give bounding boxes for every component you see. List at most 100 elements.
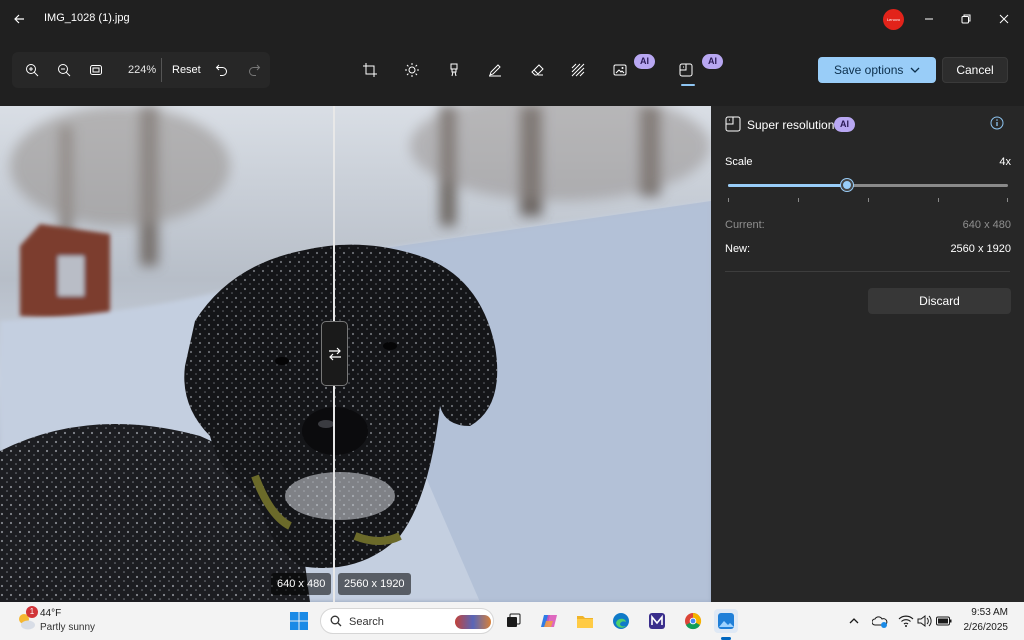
markup-tool[interactable] bbox=[483, 58, 507, 82]
back-button[interactable] bbox=[8, 8, 30, 30]
zoom-controls: 224% Reset bbox=[12, 52, 270, 88]
pen-icon bbox=[489, 64, 501, 77]
editor-toolbar: 224% Reset AI AI Save options Cancel bbox=[0, 38, 1024, 106]
current-size-label: Current: bbox=[725, 219, 765, 231]
divider bbox=[725, 271, 1010, 272]
show-hidden-icons-button[interactable] bbox=[846, 613, 862, 629]
search-placeholder: Search bbox=[349, 616, 384, 628]
compare-handle[interactable] bbox=[321, 321, 348, 386]
zoom-out-button[interactable] bbox=[51, 57, 77, 83]
clock-time[interactable]: 9:53 AM bbox=[971, 607, 1008, 618]
panel-title: Super resolution bbox=[747, 118, 835, 132]
save-options-label: Save options bbox=[834, 63, 904, 77]
slider-thumb[interactable] bbox=[841, 179, 854, 191]
chrome-browser-button[interactable] bbox=[681, 609, 705, 633]
discard-button[interactable]: Discard bbox=[868, 288, 1011, 314]
generative-tool[interactable] bbox=[608, 58, 632, 82]
search-highlight-image bbox=[455, 615, 491, 629]
swap-arrows-icon bbox=[328, 347, 341, 360]
ai-badge: AI bbox=[634, 54, 655, 69]
fit-to-window-icon bbox=[90, 65, 102, 75]
file-explorer-button[interactable] bbox=[573, 609, 597, 633]
restore-icon bbox=[961, 14, 971, 24]
wifi-tray[interactable] bbox=[898, 613, 914, 629]
minimize-button[interactable] bbox=[916, 7, 942, 31]
undo-icon bbox=[215, 64, 227, 76]
scale-slider[interactable] bbox=[728, 179, 1008, 191]
start-button[interactable] bbox=[287, 609, 311, 633]
taskbar-search[interactable]: Search bbox=[320, 608, 494, 634]
filter-tool[interactable] bbox=[442, 58, 466, 82]
slider-tick bbox=[728, 198, 729, 202]
undo-button[interactable] bbox=[209, 57, 235, 83]
dog-photo bbox=[0, 106, 711, 602]
slider-tick bbox=[868, 198, 869, 202]
crop-icon bbox=[363, 63, 377, 77]
zoom-level[interactable]: 224% bbox=[128, 64, 156, 76]
edge-icon bbox=[613, 613, 629, 629]
slider-fill bbox=[728, 184, 849, 187]
battery-icon bbox=[936, 616, 952, 626]
super-resolution-icon bbox=[725, 116, 741, 132]
close-button[interactable] bbox=[991, 7, 1017, 31]
brightness-icon bbox=[405, 63, 419, 77]
redo-button[interactable] bbox=[241, 57, 267, 83]
crop-tool[interactable] bbox=[358, 58, 382, 82]
slider-tick bbox=[938, 198, 939, 202]
speaker-icon bbox=[917, 615, 932, 627]
windows-logo-icon bbox=[290, 612, 308, 630]
zoom-in-icon bbox=[26, 64, 39, 77]
onedrive-tray[interactable] bbox=[872, 613, 888, 629]
fit-to-window-button[interactable] bbox=[83, 57, 109, 83]
wifi-icon bbox=[898, 615, 914, 627]
clock-date[interactable]: 2/26/2025 bbox=[964, 622, 1009, 633]
weather-temperature[interactable]: 44°F bbox=[40, 608, 61, 619]
ai-badge: AI bbox=[834, 117, 855, 132]
reset-button[interactable]: Reset bbox=[172, 64, 201, 76]
divider bbox=[161, 58, 162, 82]
upscaled-size-label: 2560 x 1920 bbox=[338, 573, 411, 595]
cloud-icon bbox=[872, 616, 888, 628]
slider-tick bbox=[798, 198, 799, 202]
blur-background-tool[interactable] bbox=[566, 58, 590, 82]
battery-tray[interactable] bbox=[936, 613, 952, 629]
super-resolution-tool[interactable] bbox=[674, 58, 698, 82]
notification-badge: 1 bbox=[26, 606, 38, 618]
search-icon bbox=[330, 615, 342, 627]
photo-canvas[interactable]: 640 x 480 2560 x 1920 bbox=[0, 106, 711, 602]
erase-tool[interactable] bbox=[525, 58, 549, 82]
new-size-label: New: bbox=[725, 243, 751, 255]
lenovo-logo: Lenovo bbox=[883, 9, 904, 30]
ai-badge: AI bbox=[702, 54, 723, 69]
filter-icon bbox=[450, 63, 458, 77]
scale-label: Scale bbox=[725, 156, 753, 168]
weather-description[interactable]: Partly sunny bbox=[40, 622, 95, 633]
slider-tick bbox=[1007, 198, 1008, 202]
copilot-button[interactable] bbox=[537, 609, 561, 633]
scale-value: 4x bbox=[999, 156, 1011, 168]
photos-icon bbox=[718, 613, 734, 629]
cancel-button[interactable]: Cancel bbox=[942, 57, 1008, 83]
app-button[interactable] bbox=[645, 609, 669, 633]
restore-button[interactable] bbox=[953, 7, 979, 31]
save-options-button[interactable]: Save options bbox=[818, 57, 936, 83]
eraser-icon bbox=[531, 64, 544, 76]
zoom-in-button[interactable] bbox=[19, 57, 45, 83]
photos-app-button[interactable] bbox=[714, 609, 738, 633]
taskbar: 1 44°F Partly sunny Search 9:53 AM 2/26/… bbox=[0, 602, 1024, 640]
chevron-up-icon bbox=[849, 618, 859, 624]
volume-tray[interactable] bbox=[916, 613, 932, 629]
title-bar: IMG_1028 (1).jpg Lenovo bbox=[0, 0, 1024, 38]
image-ai-icon bbox=[613, 64, 627, 76]
info-icon[interactable] bbox=[990, 116, 1004, 130]
adjustment-tool[interactable] bbox=[400, 58, 424, 82]
original-size-label: 640 x 480 bbox=[271, 573, 332, 595]
new-size-value: 2560 x 1920 bbox=[950, 243, 1011, 255]
super-resolution-panel: Super resolution AI Scale 4x Current: 64… bbox=[711, 106, 1024, 602]
close-icon bbox=[999, 14, 1009, 24]
task-view-icon bbox=[507, 613, 521, 627]
task-view-button[interactable] bbox=[501, 609, 525, 633]
chrome-icon bbox=[685, 612, 702, 630]
edge-browser-button[interactable] bbox=[609, 609, 633, 633]
redo-icon bbox=[249, 64, 261, 76]
